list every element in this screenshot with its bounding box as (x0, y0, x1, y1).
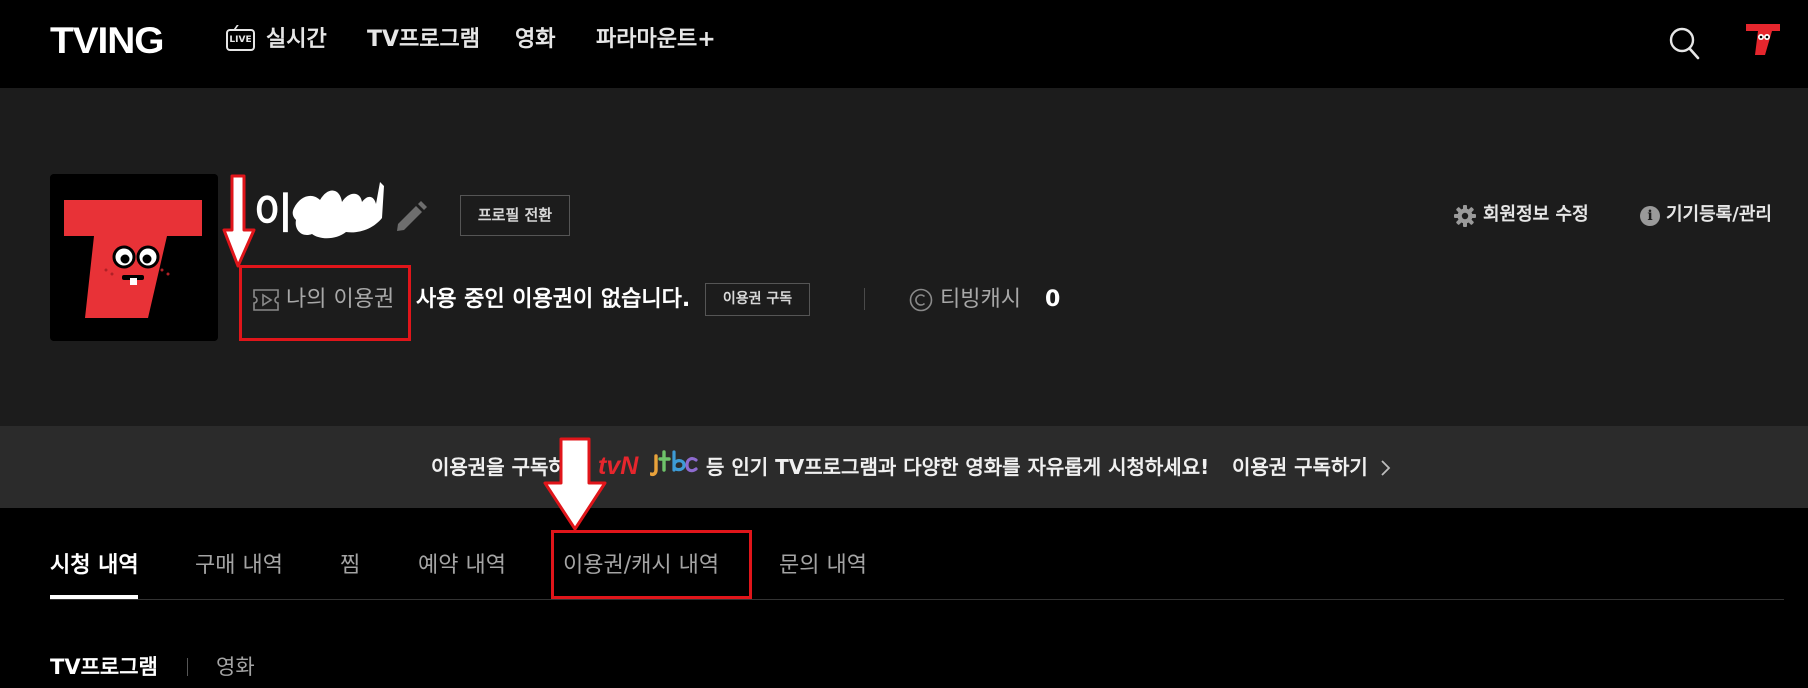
cash-coin-icon (909, 288, 933, 312)
profile-switch-button[interactable]: 프로필 전환 (460, 195, 570, 236)
edit-member-info-link[interactable]: 회원정보 수정 (1483, 202, 1589, 228)
divider (864, 288, 865, 310)
banner-text-after: 등 인기 TV프로그램과 다양한 영화를 자유롭게 시청하세요! (706, 455, 1210, 479)
tab-purchase-history[interactable]: 구매 내역 (195, 551, 283, 581)
search-icon[interactable] (1668, 26, 1700, 60)
nav-live[interactable]: 실시간 (266, 25, 327, 55)
nav-movies[interactable]: 영화 (515, 25, 555, 55)
tving-logo[interactable]: TVING (50, 21, 165, 61)
annotation-box-ticket-cash-tab (551, 530, 752, 599)
tving-cash-value: 0 (1045, 287, 1061, 312)
profile-avatar[interactable] (50, 174, 218, 341)
profile-avatar-icon[interactable] (1746, 24, 1780, 56)
tab-reservation-history[interactable]: 예약 내역 (418, 551, 506, 581)
tabs-divider (50, 599, 1784, 600)
subtab-tv-programs[interactable]: TV프로그램 (50, 652, 158, 682)
profile-section (0, 88, 1808, 426)
edit-name-pencil-icon[interactable] (392, 198, 428, 234)
nav-tv-programs[interactable]: TV프로그램 (367, 25, 480, 55)
annotation-box-my-ticket (239, 265, 411, 341)
ticket-status-text: 사용 중인 이용권이 없습니다. (416, 287, 691, 312)
device-manage-link[interactable]: 기기등록/관리 (1666, 202, 1772, 228)
nav-paramount-plus[interactable]: 파라마운트+ (596, 25, 716, 55)
tab-wishlist[interactable]: 찜 (340, 551, 360, 581)
subtab-movies[interactable]: 영화 (216, 652, 255, 682)
subtab-divider (187, 658, 188, 676)
tab-inquiry-history[interactable]: 문의 내역 (779, 551, 867, 581)
subscribe-ticket-button[interactable]: 이용권 구독 (705, 283, 810, 316)
info-icon: i (1640, 206, 1660, 226)
profile-name: 이 (254, 189, 293, 238)
tving-cash-label: 티빙캐시 (940, 287, 1021, 312)
annotation-arrow-down-1 (222, 174, 256, 268)
redacted-name-scribble (292, 182, 384, 239)
active-tab-indicator (50, 595, 138, 599)
live-tv-icon: LIVE (226, 29, 255, 51)
subscribe-cta-link[interactable]: 이용권 구독하기 (1232, 452, 1368, 482)
jtbc-logo (650, 450, 698, 477)
gear-icon (1454, 205, 1476, 227)
tab-watch-history[interactable]: 시청 내역 (50, 551, 139, 581)
annotation-arrow-down-2 (543, 437, 607, 531)
chevron-right-icon[interactable] (1379, 459, 1391, 477)
